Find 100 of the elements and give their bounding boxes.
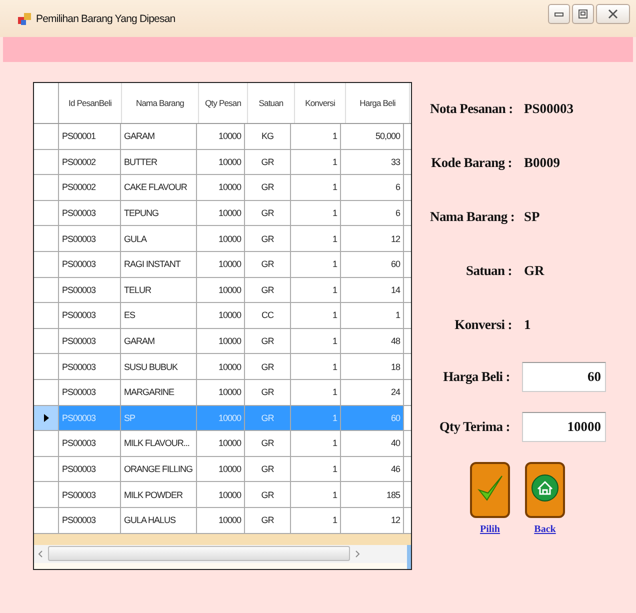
table-cell: KG bbox=[245, 124, 291, 149]
table-cell: PS00003 bbox=[59, 328, 121, 354]
table-cell: 1 bbox=[291, 124, 341, 149]
field-value: SP bbox=[524, 209, 540, 225]
table-cell: GR bbox=[245, 431, 291, 456]
home-icon[interactable] bbox=[525, 462, 565, 518]
table-cell: SUSU BUBUK bbox=[121, 354, 197, 379]
table-row[interactable]: PS00002 BUTTER 10000 GR 1 33 bbox=[34, 150, 411, 176]
table-row[interactable]: PS00003 MILK FLAVOUR... 10000 GR 1 40 bbox=[34, 431, 411, 457]
table-cell: 1 bbox=[291, 354, 341, 379]
table-cell: 46 bbox=[341, 456, 404, 482]
table-cell: GR bbox=[245, 200, 291, 226]
table-row[interactable]: PS00003 TELUR 10000 GR 1 14 bbox=[34, 278, 411, 304]
table-row[interactable]: PS00003 GULA HALUS 10000 GR 1 12 bbox=[34, 508, 411, 534]
table-cell: GULA HALUS bbox=[121, 508, 197, 532]
table-cell: ES bbox=[121, 303, 197, 328]
table-row[interactable]: PS00003 ES 10000 CC 1 1 bbox=[34, 303, 411, 329]
table-row[interactable]: PS00003 GARAM 10000 GR 1 48 bbox=[34, 328, 411, 354]
table-row[interactable]: PS00002 CAKE FLAVOUR 10000 GR 1 6 bbox=[34, 175, 411, 201]
window-title: Pemilihan Barang Yang Dipesan bbox=[36, 12, 176, 24]
table-cell: PS00003 bbox=[59, 482, 121, 507]
maximize-button[interactable] bbox=[572, 4, 594, 24]
table-cell: GARAM bbox=[121, 328, 197, 354]
table-cell: PS00003 bbox=[59, 456, 121, 482]
minimize-button[interactable] bbox=[548, 4, 570, 24]
table-row[interactable]: PS00001 GARAM 10000 KG 1 50,000 bbox=[34, 124, 411, 150]
scroll-right-icon[interactable] bbox=[354, 550, 360, 558]
maximize-icon bbox=[578, 9, 588, 19]
table-cell: 10000 bbox=[197, 124, 245, 149]
table-cell: 12 bbox=[341, 508, 404, 532]
table-cell: 6 bbox=[341, 200, 404, 226]
action-link[interactable]: Back bbox=[534, 524, 556, 535]
action-link[interactable]: Pilih bbox=[480, 524, 500, 535]
table-cell: PS00003 bbox=[59, 406, 121, 430]
scroll-left-icon[interactable] bbox=[38, 550, 44, 558]
column-header[interactable]: Harga Beli bbox=[346, 83, 410, 123]
table-row[interactable]: PS00003 TEPUNG 10000 GR 1 6 bbox=[34, 200, 411, 226]
close-icon bbox=[608, 9, 618, 19]
table-cell: 10000 bbox=[197, 150, 245, 174]
table-cell: PS00002 bbox=[59, 150, 121, 174]
table-cell: 1 bbox=[291, 226, 341, 251]
column-header[interactable]: Qty Pesan bbox=[199, 83, 248, 123]
table-cell: 1 bbox=[291, 150, 341, 174]
table-cell: GR bbox=[245, 482, 291, 507]
input-field[interactable]: 10000 bbox=[522, 412, 606, 442]
minimize-icon bbox=[554, 11, 564, 17]
table-cell: PS00003 bbox=[59, 431, 121, 456]
table-cell: 10000 bbox=[197, 278, 245, 302]
field-label: Qty Terima : bbox=[438, 419, 510, 435]
table-cell: 1 bbox=[341, 303, 404, 328]
column-header[interactable]: Nama Barang bbox=[122, 83, 199, 123]
table-cell: TEPUNG bbox=[121, 200, 197, 226]
table-cell: 40 bbox=[341, 431, 404, 456]
table-cell: MILK FLAVOUR... bbox=[121, 431, 197, 456]
table-cell: 1 bbox=[291, 380, 341, 405]
table-row[interactable]: PS00003 RAGI INSTANT 10000 GR 1 60 bbox=[34, 252, 411, 278]
table-row[interactable]: PS00003 ORANGE FILLING 10000 GR 1 46 bbox=[34, 456, 411, 482]
table-cell: 18 bbox=[341, 354, 404, 379]
field-value: PS00003 bbox=[524, 101, 574, 117]
field-value: GR bbox=[524, 263, 544, 279]
table-cell: 1 bbox=[291, 508, 341, 532]
table-cell: PS00003 bbox=[59, 508, 121, 532]
table-cell: GR bbox=[245, 456, 291, 482]
check-icon[interactable] bbox=[470, 462, 510, 518]
table-cell: 24 bbox=[341, 380, 404, 405]
horizontal-scrollbar[interactable] bbox=[34, 544, 407, 562]
table-cell: PS00003 bbox=[59, 200, 121, 226]
table-cell: 1 bbox=[291, 175, 341, 200]
table-cell: GR bbox=[245, 175, 291, 200]
table-cell: 10000 bbox=[197, 508, 245, 532]
close-button[interactable] bbox=[596, 4, 630, 24]
table-cell: 10000 bbox=[197, 303, 245, 328]
table-cell: GR bbox=[245, 508, 291, 532]
column-header[interactable]: Satuan bbox=[248, 83, 295, 123]
field-value: B0009 bbox=[524, 155, 560, 171]
field-value: 1 bbox=[524, 317, 531, 333]
row-pointer-icon bbox=[44, 414, 48, 422]
column-header[interactable]: Id PesanBeli bbox=[59, 83, 122, 123]
table-cell: 10000 bbox=[197, 431, 245, 456]
table-cell: 10000 bbox=[197, 354, 245, 379]
table-row[interactable]: PS00003 MILK POWDER 10000 GR 1 185 bbox=[34, 482, 411, 508]
table-cell: PS00003 bbox=[59, 354, 121, 379]
table-row[interactable]: PS00003 MARGARINE 10000 GR 1 24 bbox=[34, 380, 411, 406]
table-cell: 10000 bbox=[197, 328, 245, 354]
table-cell: 1 bbox=[291, 431, 341, 456]
table-cell: GR bbox=[245, 150, 291, 174]
table-cell: 1 bbox=[291, 456, 341, 482]
table-cell: 10000 bbox=[197, 252, 245, 277]
table-cell: GR bbox=[245, 226, 291, 251]
column-header[interactable]: Konversi bbox=[295, 83, 346, 123]
table-row[interactable]: PS00003 GULA 10000 GR 1 12 bbox=[34, 226, 411, 252]
table-cell: GR bbox=[245, 278, 291, 302]
table-cell: 10000 bbox=[197, 482, 245, 507]
table-cell: MARGARINE bbox=[121, 380, 197, 405]
table-cell: PS00003 bbox=[59, 278, 121, 302]
input-field[interactable]: 60 bbox=[522, 362, 606, 392]
table-cell: 1 bbox=[291, 482, 341, 507]
table-cell: 10000 bbox=[197, 406, 245, 430]
table-row[interactable]: PS00003 SUSU BUBUK 10000 GR 1 18 bbox=[34, 354, 411, 380]
table-cell: ORANGE FILLING bbox=[121, 456, 197, 482]
